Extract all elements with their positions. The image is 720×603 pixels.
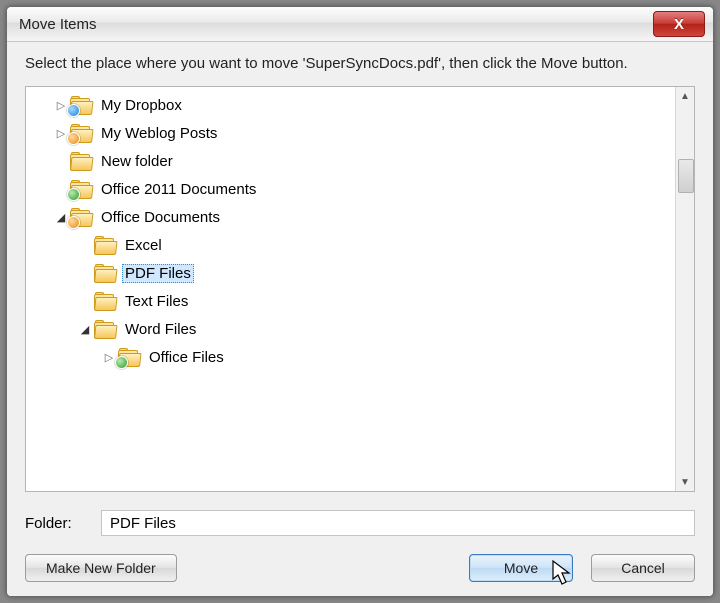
chevron-right-icon[interactable]: ▷ <box>54 126 68 140</box>
folder-selection-row: Folder: PDF Files <box>25 510 695 536</box>
folder-icon <box>94 236 116 254</box>
client-area: Select the place where you want to move … <box>7 42 713 596</box>
scroll-thumb[interactable] <box>678 159 694 193</box>
scroll-up-button[interactable]: ▲ <box>676 87 694 105</box>
tree-item-label: Office Files <box>146 348 227 367</box>
chevron-down-icon[interactable]: ◢ <box>54 210 68 224</box>
move-button[interactable]: Move <box>469 554 573 582</box>
tree-item[interactable]: ▷ My Weblog Posts <box>26 119 676 147</box>
folder-icon <box>94 292 116 310</box>
tree-item-label: My Weblog Posts <box>98 124 220 143</box>
tree-item-label: My Dropbox <box>98 96 185 115</box>
tree-item[interactable]: ◢ Word Files <box>26 315 676 343</box>
folder-icon <box>70 152 92 170</box>
tree-item[interactable]: ◢ Office Documents <box>26 203 676 231</box>
folder-input[interactable]: PDF Files <box>101 510 695 536</box>
tree-item[interactable]: ▷Excel <box>26 231 676 259</box>
tree-item[interactable]: ▷New folder <box>26 147 676 175</box>
window-title: Move Items <box>19 16 97 33</box>
scroll-down-button[interactable]: ▼ <box>676 473 694 491</box>
folder-icon <box>118 348 140 366</box>
folder-icon <box>94 264 116 282</box>
folder-icon <box>70 124 92 142</box>
tree-item[interactable]: ▷Office 2011 Documents <box>26 175 676 203</box>
folder-icon <box>94 320 116 338</box>
close-icon: X <box>674 16 684 33</box>
make-new-folder-button[interactable]: Make New Folder <box>25 554 177 582</box>
instruction-text: Select the place where you want to move … <box>25 54 695 74</box>
titlebar[interactable]: Move Items X <box>7 7 713 42</box>
tree-item[interactable]: ▷ Office Files <box>26 343 676 371</box>
folder-icon <box>70 96 92 114</box>
close-button[interactable]: X <box>653 11 705 37</box>
folder-icon <box>70 180 92 198</box>
tree-item[interactable]: ▷PDF Files <box>26 259 676 287</box>
tree-item[interactable]: ▷ My Dropbox <box>26 91 676 119</box>
folder-input-value: PDF Files <box>110 515 176 532</box>
tree-item-label: Text Files <box>122 292 191 311</box>
buttons-row: Make New Folder Move Cancel <box>25 554 695 582</box>
move-items-dialog: Move Items X Select the place where you … <box>6 6 714 597</box>
folder-icon <box>70 208 92 226</box>
tree-item-label: Excel <box>122 236 165 255</box>
chevron-right-icon[interactable]: ▷ <box>54 98 68 112</box>
tree-item-label: Word Files <box>122 320 199 339</box>
tree-item-label: Office Documents <box>98 208 223 227</box>
tree-item[interactable]: ▷Text Files <box>26 287 676 315</box>
folder-label: Folder: <box>25 515 101 532</box>
cancel-button[interactable]: Cancel <box>591 554 695 582</box>
tree-item-label: PDF Files <box>122 264 194 283</box>
folder-tree[interactable]: ▷My Dropbox▷My Weblog Posts▷New folder▷O… <box>26 87 676 491</box>
chevron-right-icon[interactable]: ▷ <box>102 350 116 364</box>
chevron-down-icon[interactable]: ◢ <box>78 322 92 336</box>
folder-tree-container: ▷My Dropbox▷My Weblog Posts▷New folder▷O… <box>25 86 695 492</box>
vertical-scrollbar[interactable]: ▲ ▼ <box>675 87 694 491</box>
tree-item-label: Office 2011 Documents <box>98 180 259 199</box>
tree-item-label: New folder <box>98 152 176 171</box>
